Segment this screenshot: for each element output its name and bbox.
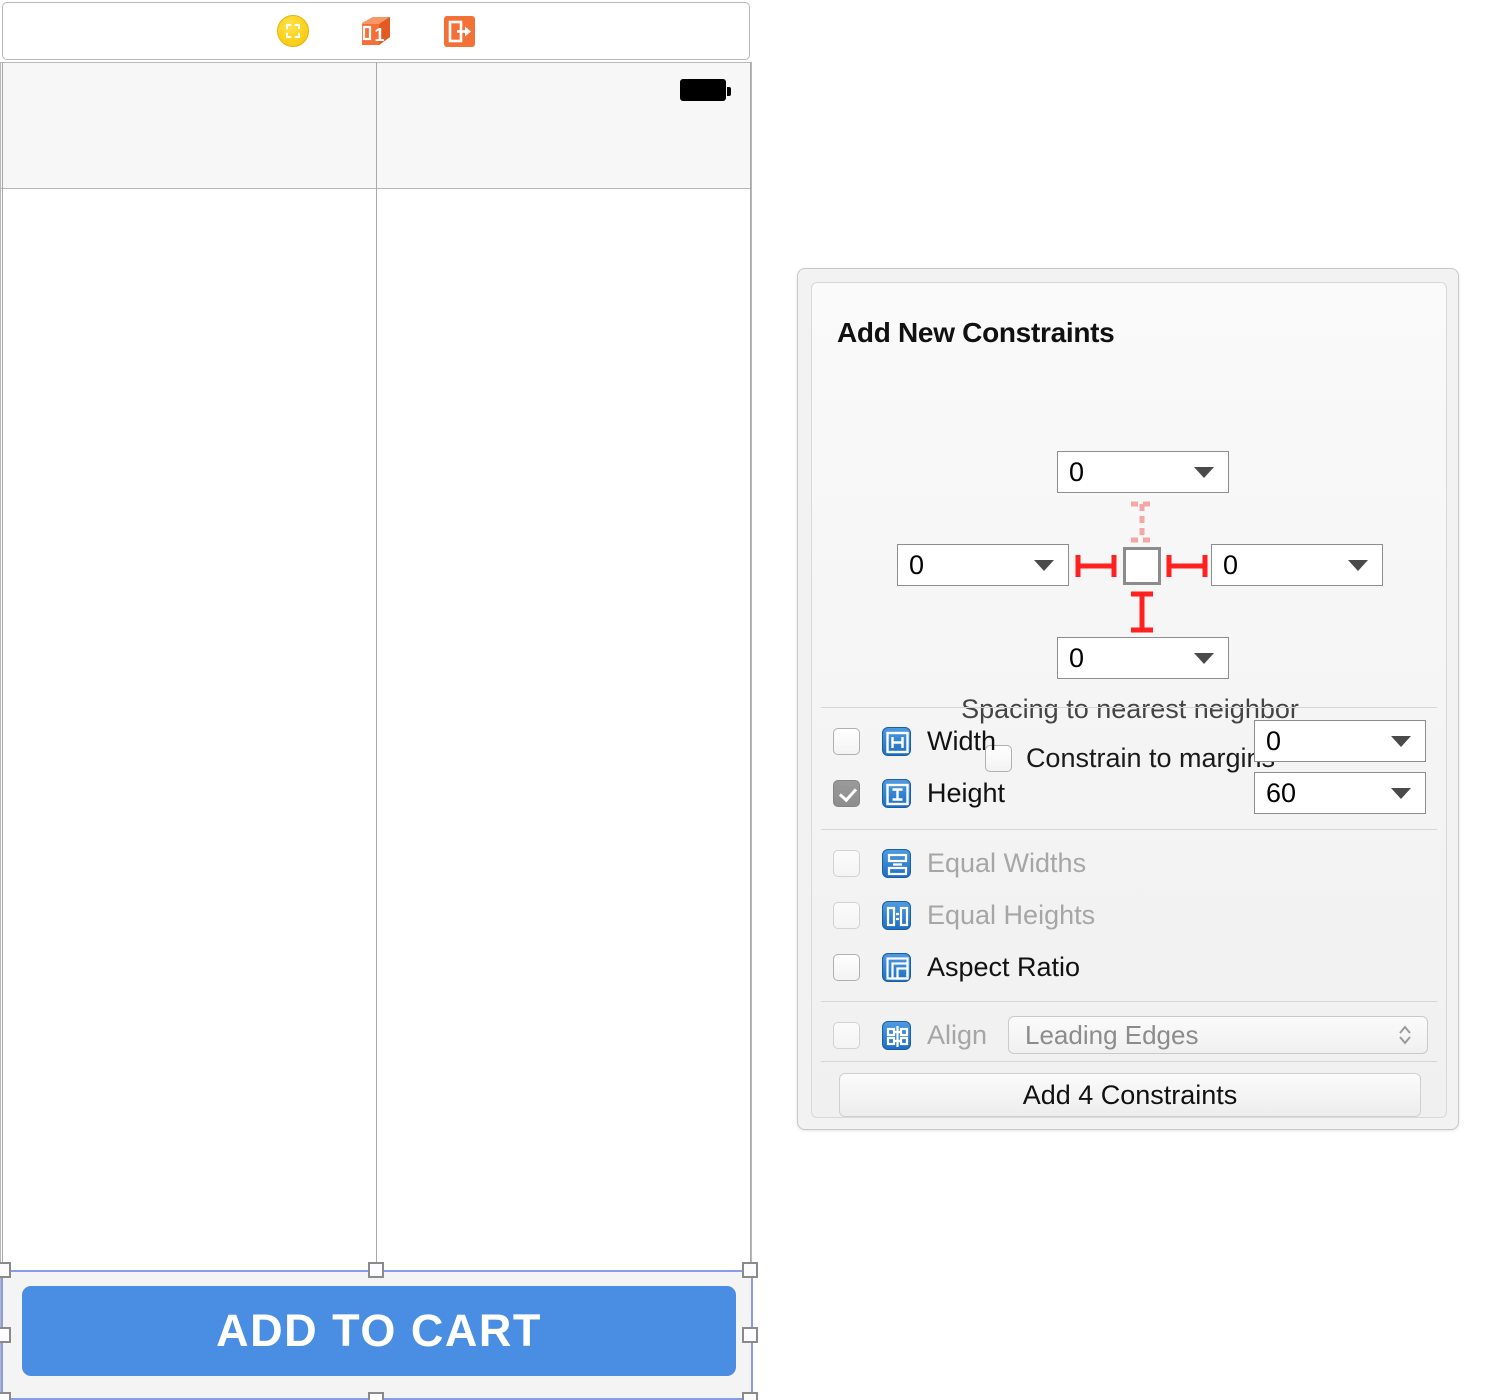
- resize-handle-top-left[interactable]: [0, 1262, 11, 1278]
- height-value: 60: [1266, 777, 1297, 808]
- aspect-ratio-row[interactable]: Aspect Ratio: [812, 941, 1448, 993]
- chevron-down-icon[interactable]: [1194, 466, 1214, 478]
- align-label: Align: [927, 1019, 988, 1050]
- add-to-cart-button[interactable]: ADD TO CART: [22, 1286, 736, 1376]
- spacing-bottom-value: 0: [1069, 642, 1085, 673]
- chevron-down-icon[interactable]: [1034, 559, 1054, 571]
- alignment-guide-left: [2, 62, 3, 1270]
- width-value-combo[interactable]: 0: [1254, 720, 1426, 762]
- spacing-right-ibeam[interactable]: [1166, 549, 1208, 583]
- equal-heights-label: Equal Heights: [927, 899, 1096, 930]
- battery-icon: [680, 79, 731, 101]
- align-selected-option: Leading Edges: [1025, 1019, 1199, 1050]
- spacing-right-combo[interactable]: 0: [1211, 544, 1383, 586]
- alignment-guide-center: [376, 62, 377, 1270]
- resize-handle-middle-right[interactable]: [742, 1327, 758, 1343]
- equal-widths-label: Equal Widths: [927, 847, 1087, 878]
- resize-handle-top-center[interactable]: [368, 1262, 384, 1278]
- width-icon: [882, 726, 911, 756]
- height-checkbox[interactable]: [833, 779, 860, 807]
- constraint-target-box: [1123, 547, 1161, 585]
- height-icon: [882, 778, 911, 808]
- width-label: Width: [927, 725, 997, 756]
- chevron-down-icon[interactable]: [1194, 652, 1214, 664]
- divider-3: [821, 1001, 1437, 1002]
- aspect-ratio-checkbox[interactable]: [833, 953, 860, 981]
- resize-handle-bottom-right[interactable]: [742, 1392, 758, 1400]
- resize-handle-bottom-center[interactable]: [368, 1392, 384, 1400]
- scene-dock: 1: [2, 2, 750, 60]
- aspect-ratio-icon: [882, 952, 911, 982]
- height-row[interactable]: Height 60: [812, 767, 1448, 819]
- panel-title: Add New Constraints: [837, 317, 1115, 348]
- align-icon: [882, 1020, 911, 1050]
- spacing-bottom-ibeam[interactable]: [1125, 591, 1159, 633]
- width-value: 0: [1266, 725, 1282, 756]
- chevron-down-icon[interactable]: [1348, 559, 1368, 571]
- resize-handle-middle-left[interactable]: [0, 1327, 11, 1343]
- chevron-down-icon[interactable]: [1391, 787, 1411, 799]
- width-row[interactable]: Width 0: [812, 715, 1448, 767]
- align-row[interactable]: Align Leading Edges: [812, 1009, 1448, 1061]
- constraints-panel: Add New Constraints 0 0 0 0 Spacing to n…: [811, 282, 1447, 1118]
- equal-widths-row[interactable]: Equal Widths: [812, 837, 1448, 889]
- divider-2: [821, 829, 1437, 830]
- alignment-guide-right: [750, 62, 751, 1270]
- spacing-widget: 0 0 0 0 Spacing to nearest neighbor Cons…: [812, 361, 1448, 773]
- chevron-up-down-icon[interactable]: [1397, 1022, 1413, 1048]
- spacing-left-ibeam[interactable]: [1075, 549, 1117, 583]
- resize-handle-top-right[interactable]: [742, 1262, 758, 1278]
- equal-heights-icon: [882, 900, 911, 930]
- equal-widths-icon: [882, 848, 911, 878]
- spacing-top-value: 0: [1069, 456, 1085, 487]
- spacing-top-ibeam[interactable]: [1125, 501, 1159, 543]
- height-label: Height: [927, 777, 1006, 808]
- interface-builder-canvas: 1 ADD TO CART: [0, 0, 758, 1400]
- add-new-constraints-popover: Add New Constraints 0 0 0 0 Spacing to n…: [797, 268, 1459, 1130]
- divider-1: [821, 707, 1437, 708]
- equal-widths-checkbox[interactable]: [833, 849, 860, 877]
- device-view: ADD TO CART: [0, 62, 758, 1400]
- align-option-popup[interactable]: Leading Edges: [1008, 1016, 1428, 1054]
- svg-text:1: 1: [375, 25, 385, 45]
- view-controller-icon[interactable]: [275, 13, 311, 49]
- spacing-bottom-combo[interactable]: 0: [1057, 637, 1229, 679]
- spacing-left-combo[interactable]: 0: [897, 544, 1069, 586]
- divider-4: [821, 1061, 1437, 1062]
- height-value-combo[interactable]: 60: [1254, 772, 1426, 814]
- width-checkbox[interactable]: [833, 727, 860, 755]
- chevron-down-icon[interactable]: [1391, 735, 1411, 747]
- spacing-left-value: 0: [909, 549, 925, 580]
- spacing-right-value: 0: [1223, 549, 1239, 580]
- spacing-top-combo[interactable]: 0: [1057, 451, 1229, 493]
- align-checkbox[interactable]: [833, 1021, 860, 1049]
- exit-icon[interactable]: [441, 13, 477, 49]
- resize-handle-bottom-left[interactable]: [0, 1392, 11, 1400]
- aspect-ratio-label: Aspect Ratio: [927, 951, 1081, 982]
- selected-view-container[interactable]: ADD TO CART: [1, 1270, 753, 1400]
- equal-heights-checkbox[interactable]: [833, 901, 860, 929]
- add-constraints-button[interactable]: Add 4 Constraints: [839, 1073, 1421, 1117]
- first-responder-icon[interactable]: 1: [359, 14, 393, 48]
- equal-heights-row[interactable]: Equal Heights: [812, 889, 1448, 941]
